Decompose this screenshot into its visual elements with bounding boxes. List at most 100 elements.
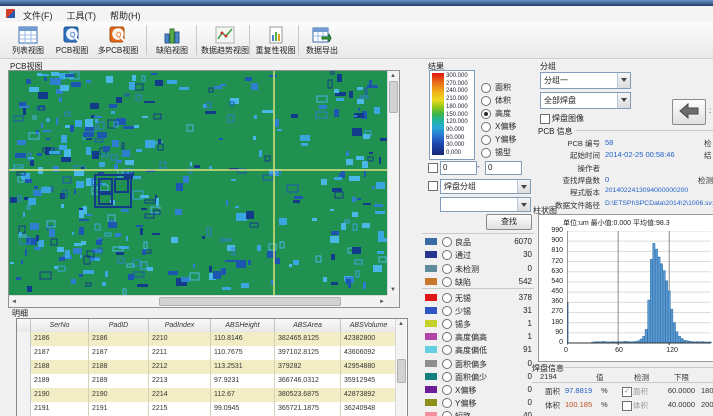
table-cell[interactable]: 397102.8125 — [275, 346, 341, 361]
group-one-dropdown[interactable]: 分组一 — [540, 72, 631, 89]
table-cell[interactable]: 42873892 — [341, 388, 397, 403]
metric-radio-2[interactable]: 体积 — [481, 92, 511, 103]
table-cell[interactable]: 113.2531 — [211, 360, 275, 375]
column-header-ABSHeight[interactable]: ABSHeight — [211, 319, 275, 333]
radio-icon[interactable] — [442, 345, 452, 355]
table-cell[interactable]: 110.7675 — [211, 346, 275, 361]
scroll-up-icon[interactable]: ▲ — [398, 320, 404, 328]
all-pads-dropdown[interactable]: 全部焊盘 — [540, 92, 631, 109]
column-header-ABSArea[interactable]: ABSArea — [275, 319, 341, 333]
details-scrollbar[interactable]: ▲ — [395, 319, 406, 416]
legend-row-缺陷[interactable]: 缺陷542 — [424, 276, 534, 288]
range-filter-checkbox[interactable] — [428, 163, 438, 173]
pcb-board-canvas[interactable] — [9, 71, 387, 295]
radio-icon[interactable] — [442, 398, 452, 408]
back-arrow-button[interactable] — [672, 99, 706, 125]
row-selector[interactable] — [17, 360, 31, 375]
table-cell[interactable]: 2210 — [149, 332, 211, 347]
legend-row-短路[interactable]: 短路40 — [424, 410, 534, 416]
column-header-PadID[interactable]: PadID — [89, 319, 149, 333]
radio-icon[interactable] — [442, 277, 452, 287]
metric-radio-1[interactable]: 面积 — [481, 79, 511, 90]
table-cell[interactable]: 35912945 — [341, 374, 397, 389]
table-cell[interactable]: 2215 — [149, 402, 211, 416]
pcb-horizontal-scrollbar[interactable]: ◄ ► — [9, 295, 387, 306]
column-header-ABSVolume[interactable]: ABSVolume — [341, 319, 397, 333]
table-cell[interactable]: 110.8146 — [211, 332, 275, 347]
metric-radio-4[interactable]: X偏移 — [481, 118, 516, 129]
row-selector[interactable] — [17, 374, 31, 389]
table-cell[interactable]: 2186 — [89, 332, 149, 347]
table-cell[interactable]: 99.0945 — [211, 402, 275, 416]
table-cell[interactable]: 382465.8125 — [275, 332, 341, 347]
table-cell[interactable]: 2187 — [31, 346, 89, 361]
radio-icon[interactable] — [442, 359, 452, 369]
legend-row-锡多[interactable]: 锡多1 — [424, 318, 534, 330]
scroll-left-icon[interactable]: ◄ — [11, 298, 17, 306]
legend-row-X偏移[interactable]: X偏移0 — [424, 384, 534, 396]
radio-icon[interactable] — [481, 148, 491, 158]
row-selector[interactable] — [17, 388, 31, 403]
details-table[interactable]: SerNoPadIDPadIndexABSHeightABSAreaABSVol… — [16, 318, 408, 416]
toolbar-button-defect-view[interactable]: 缺陷视图 — [150, 24, 194, 56]
pad-check-checkbox[interactable]: ✓ — [622, 387, 632, 397]
row-selector[interactable] — [17, 402, 31, 416]
table-cell[interactable]: 2212 — [149, 360, 211, 375]
legend-row-少锡[interactable]: 少锡31 — [424, 305, 534, 317]
pad-check-checkbox[interactable] — [622, 401, 632, 411]
table-cell[interactable]: 2188 — [89, 360, 149, 375]
legend-row-通过[interactable]: 通过30 — [424, 249, 534, 261]
pad-image-checkbox[interactable] — [540, 114, 550, 124]
pcb-vscroll-thumb[interactable] — [389, 81, 398, 113]
chevron-down-icon[interactable] — [617, 93, 630, 108]
column-header-PadIndex[interactable]: PadIndex — [149, 319, 211, 333]
pad-select-dropdown[interactable] — [440, 197, 531, 212]
toolbar-button-list-view[interactable]: 列表视图 — [8, 24, 48, 56]
legend-row-无锡[interactable]: 无锡378 — [424, 292, 534, 304]
table-cell[interactable]: 36240948 — [341, 402, 397, 416]
table-cell[interactable]: 42382800 — [341, 332, 397, 347]
radio-icon[interactable] — [442, 237, 452, 247]
legend-row-面积偏少[interactable]: 面积偏少0 — [424, 371, 534, 383]
radio-icon[interactable] — [442, 372, 452, 382]
table-cell[interactable]: 2213 — [149, 374, 211, 389]
range-from-input[interactable]: 0 — [440, 161, 477, 175]
chevron-down-icon[interactable] — [517, 180, 530, 193]
radio-icon[interactable] — [442, 385, 452, 395]
table-cell[interactable]: 112.67 — [211, 388, 275, 403]
scroll-up-icon[interactable]: ▲ — [390, 72, 396, 80]
table-cell[interactable]: 2191 — [31, 402, 89, 416]
table-cell[interactable]: 2190 — [89, 388, 149, 403]
table-cell[interactable]: 2191 — [89, 402, 149, 416]
toolbar-button-export[interactable]: 数据导出 — [302, 24, 342, 56]
table-cell[interactable]: 2211 — [149, 346, 211, 361]
table-cell[interactable]: 2188 — [31, 360, 89, 375]
menu-item-1[interactable]: 工具(T) — [60, 7, 104, 22]
table-cell[interactable]: 365721.1875 — [275, 402, 341, 416]
menu-item-0[interactable]: 文件(F) — [16, 7, 60, 22]
radio-icon[interactable] — [442, 411, 452, 416]
legend-row-未检测[interactable]: 未检测0 — [424, 263, 534, 275]
legend-row-高度偏高[interactable]: 高度偏高1 — [424, 331, 534, 343]
legend-row-高度偏低[interactable]: 高度偏低91 — [424, 344, 534, 356]
radio-icon[interactable] — [442, 250, 452, 260]
table-cell[interactable]: 42954880 — [341, 360, 397, 375]
range-to-input[interactable]: 0 — [485, 161, 522, 175]
table-cell[interactable]: 2214 — [149, 388, 211, 403]
table-cell[interactable]: 2186 — [31, 332, 89, 347]
legend-row-Y偏移[interactable]: Y偏移0 — [424, 397, 534, 409]
table-cell[interactable]: 2189 — [31, 374, 89, 389]
scroll-right-icon[interactable]: ► — [379, 298, 385, 306]
table-cell[interactable]: 366746.0312 — [275, 374, 341, 389]
menu-item-2[interactable]: 帮助(H) — [103, 7, 148, 22]
search-button[interactable]: 查找 — [486, 214, 532, 230]
radio-icon[interactable] — [442, 319, 452, 329]
toolbar-button-repeat-view[interactable]: 重复性视图 — [253, 24, 298, 56]
table-cell[interactable]: 97.9231 — [211, 374, 275, 389]
radio-icon[interactable] — [442, 306, 452, 316]
chevron-down-icon[interactable] — [617, 73, 630, 88]
pad-group-dropdown[interactable]: 焊盘分组 — [440, 179, 531, 194]
pcb-vertical-scrollbar[interactable]: ▲ ▼ — [387, 71, 398, 295]
table-cell[interactable]: 2190 — [31, 388, 89, 403]
radio-icon[interactable] — [442, 264, 452, 274]
